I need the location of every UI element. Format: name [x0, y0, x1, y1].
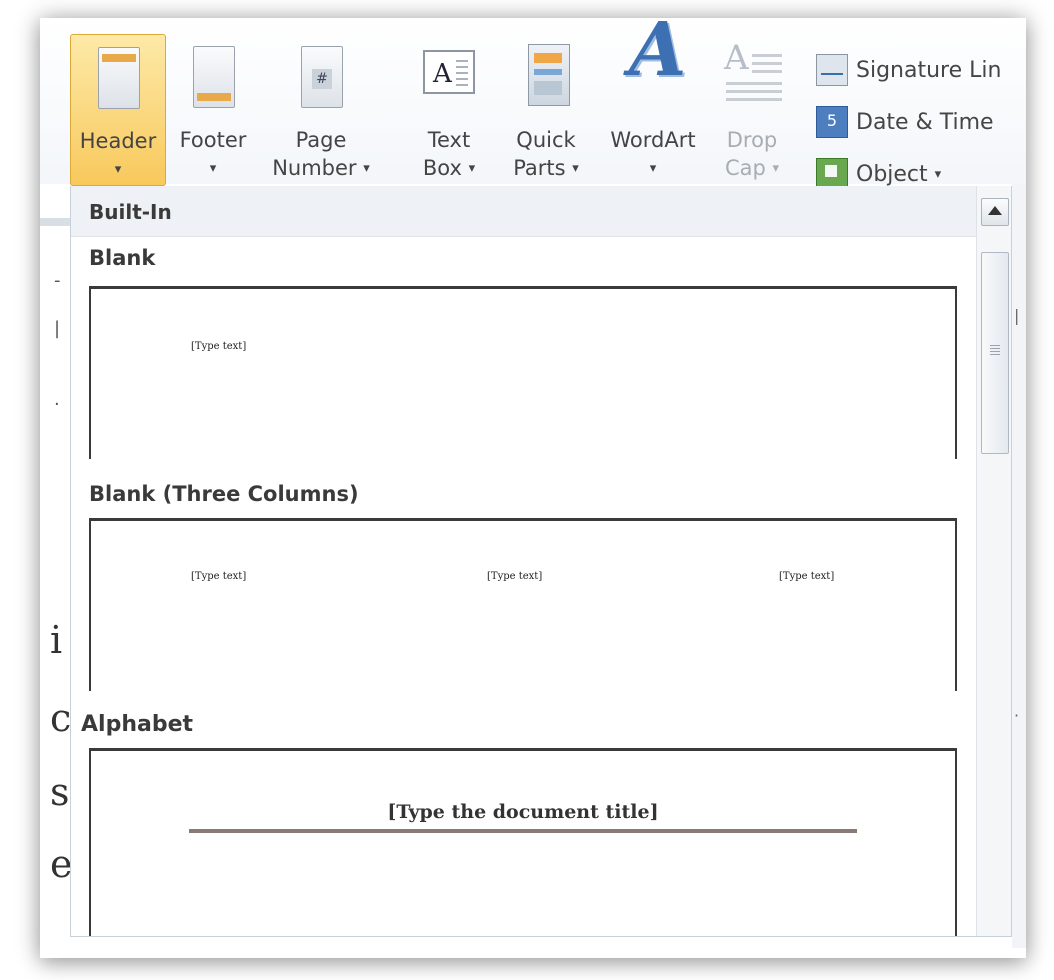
footer-icon — [185, 44, 241, 112]
chevron-down-icon: ▾ — [209, 161, 217, 176]
footer-label: Footer — [179, 128, 247, 152]
wordart-label: WordArt — [610, 128, 696, 152]
object-label: Object — [856, 161, 928, 187]
chevron-down-icon: ▾ — [572, 161, 579, 176]
placeholder-text: [Type text] — [191, 571, 247, 582]
gallery-item-blank-three-columns[interactable]: [Type text] [Type text] [Type text] — [89, 518, 957, 691]
text-box-icon: A — [421, 44, 477, 112]
document-title-placeholder: [Type the document title] — [387, 801, 659, 823]
doc-mark: | — [54, 318, 61, 339]
text-box-label: Text — [427, 128, 471, 152]
gallery-item-blank[interactable]: [Type text] — [89, 286, 957, 459]
quick-parts-label2: Parts — [513, 156, 566, 180]
drop-cap-icon: A — [724, 41, 782, 112]
doc-char: i — [50, 618, 63, 662]
gallery-scrollbar[interactable] — [976, 186, 1011, 936]
date-time-button[interactable]: 5 Date & Time — [816, 96, 1026, 148]
chevron-down-icon: ▾ — [772, 161, 780, 176]
header-icon — [90, 45, 146, 113]
doc-mark: | — [1014, 306, 1020, 325]
signature-icon — [816, 54, 848, 86]
doc-char: s — [50, 770, 70, 814]
header-button[interactable]: Header ▾ — [70, 34, 166, 186]
gallery-item-alphabet[interactable]: [Type the document title] — [89, 748, 957, 936]
placeholder-text: [Type text] — [487, 571, 543, 582]
placeholder-text: [Type text] — [779, 571, 835, 582]
chevron-down-icon: ▾ — [649, 161, 657, 176]
page-number-button[interactable]: # Page Number ▾ — [262, 34, 380, 184]
calendar-icon: 5 — [816, 106, 848, 138]
wordart-icon: A — [629, 18, 687, 93]
gallery-item-title: Blank (Three Columns) — [89, 482, 359, 506]
chevron-down-icon: ▾ — [114, 162, 122, 177]
scroll-up-arrow-icon[interactable] — [981, 198, 1009, 226]
doc-mark: · — [54, 394, 60, 415]
signature-line-button[interactable]: Signature Lin — [816, 44, 1026, 96]
gallery-item-title: Alphabet — [81, 712, 194, 737]
page-number-label: Page — [295, 128, 347, 152]
doc-mark: · — [1014, 706, 1020, 725]
page-number-icon: # — [293, 44, 349, 112]
insert-ribbon: Header ▾ Footer ▾ # Page Number ▾ A Text… — [40, 18, 1026, 190]
document-area-left: - | · i c s e — [40, 178, 73, 958]
signature-line-label: Signature Lin — [856, 57, 1002, 83]
gallery-item-title: Blank — [89, 246, 156, 270]
drop-cap-button[interactable]: A Drop Cap ▾ — [716, 34, 788, 184]
text-box-label2: Box — [422, 156, 462, 180]
wordart-button[interactable]: A WordArt ▾ — [600, 18, 706, 184]
chevron-down-icon: ▾ — [363, 161, 370, 176]
quick-parts-icon — [518, 44, 574, 112]
grip-icon — [990, 345, 1000, 355]
header-gallery-dropdown: Built-In Blank [Type text] Blank (Three … — [70, 186, 1012, 937]
placeholder-text: [Type text] — [191, 341, 247, 352]
chevron-down-icon: ▾ — [468, 161, 476, 176]
quick-parts-label: Quick — [516, 128, 576, 152]
built-in-heading: Built-In — [89, 200, 172, 224]
title-underline — [189, 829, 857, 833]
header-label: Header — [79, 129, 157, 153]
doc-mark: - — [54, 270, 61, 291]
text-group-small-commands: Signature Lin 5 Date & Time Object ▾ — [816, 44, 1026, 200]
document-area-right: | · — [1012, 178, 1026, 948]
drop-cap-label: Drop — [726, 128, 778, 152]
text-box-button[interactable]: A Text Box ▾ — [408, 34, 490, 184]
vertical-ruler — [40, 218, 72, 226]
word-window: - | · i c s e | · Header ▾ Footer ▾ # Pa… — [40, 18, 1026, 958]
drop-cap-label2: Cap — [724, 156, 766, 180]
quick-parts-button[interactable]: Quick Parts ▾ — [502, 34, 590, 184]
doc-char: c — [50, 696, 72, 740]
date-time-label: Date & Time — [856, 109, 994, 135]
gallery-group-header: Built-In — [71, 186, 976, 237]
scrollbar-thumb[interactable] — [981, 252, 1009, 454]
footer-button[interactable]: Footer ▾ — [168, 34, 258, 184]
page-number-label2: Number — [272, 156, 357, 180]
chevron-down-icon: ▾ — [934, 166, 942, 182]
